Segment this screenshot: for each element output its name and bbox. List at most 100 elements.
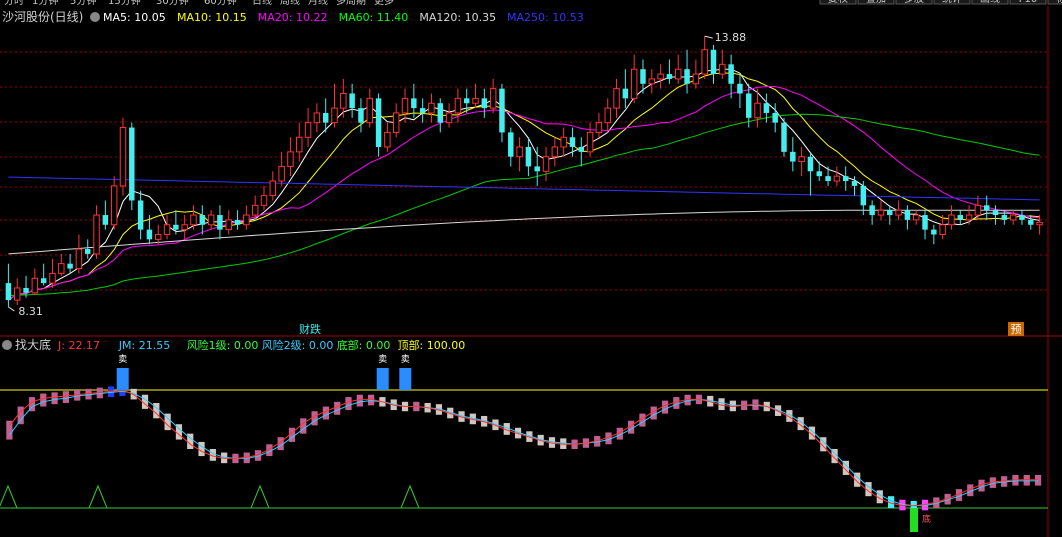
- candle-body-up: [939, 224, 946, 235]
- candle-body-down: [887, 210, 893, 216]
- candle-body-up: [542, 156, 550, 172]
- candle-body-up: [516, 146, 523, 158]
- indicator-drawing: 卖 卖 卖底: [0, 354, 1048, 532]
- candle-body-down: [931, 229, 937, 235]
- indicator-settings-icon[interactable]: [2, 340, 12, 350]
- bottom-triangle-1: [88, 484, 108, 509]
- candle-body-down: [67, 263, 73, 269]
- candle-body-up: [287, 151, 294, 167]
- indicator-legend-0: J: 22.17: [57, 339, 100, 352]
- indicator-bar: [1023, 474, 1030, 486]
- menu-button-3[interactable]: 统计: [942, 0, 962, 5]
- ma-legend-4: MA120: 10.35: [419, 11, 496, 24]
- candle-body-up: [225, 219, 232, 231]
- candle-body-down: [772, 112, 778, 123]
- candle-body-up: [366, 97, 373, 124]
- bottom-triangle-3: [400, 484, 420, 509]
- menu-button-5[interactable]: F10: [1019, 0, 1037, 5]
- legend-settings-icon[interactable]: [90, 12, 100, 22]
- period-tab-10[interactable]: 更多: [374, 0, 394, 7]
- candle-body-down: [622, 88, 629, 99]
- period-tab-2[interactable]: 5分钟: [70, 0, 96, 7]
- candle-body-down: [322, 112, 329, 123]
- chart-stage: 分时 1分钟 5分钟 15分钟 30分钟 60分钟 日线 周线 月线 多周期 更多 复权 叠加 多股 统计 画…: [0, 0, 1062, 537]
- candle-body-up: [260, 195, 268, 206]
- candle-body-down: [1028, 219, 1034, 225]
- candle-body-down: [102, 215, 109, 225]
- period-tab-0[interactable]: 分时: [4, 0, 24, 7]
- candle-body-down: [234, 219, 241, 225]
- sell-signal-block: [399, 368, 412, 390]
- candle-body-up: [190, 214, 197, 226]
- candle-body-up: [965, 214, 973, 221]
- candle-body-down: [728, 64, 734, 84]
- candle-body-down: [481, 98, 488, 109]
- candle-body-up: [586, 131, 594, 153]
- candle-body-up: [163, 224, 171, 235]
- indicator-panel: 找大底 J: 22.17 JM: 21.55 风险1级: 0.00 风险2级: 0.00…: [0, 337, 1048, 532]
- period-tab-7[interactable]: 周线: [280, 0, 300, 7]
- low-marker-pointer: [8, 306, 15, 312]
- candle-body-up: [392, 112, 400, 133]
- indicator-legend-4: 底部: 0.00: [337, 338, 391, 352]
- candle-body-down: [1019, 215, 1025, 220]
- sell-signal-block: [376, 368, 389, 390]
- ma-lines: [8, 68, 1040, 301]
- period-tab-3[interactable]: 15分钟: [108, 0, 141, 7]
- candle-body-up: [119, 127, 127, 187]
- candle-body-up: [243, 214, 250, 226]
- indicator-legend-2: 风险1级: 0.00: [187, 338, 259, 352]
- candle-body-up: [401, 97, 409, 114]
- candle-body-down: [5, 283, 12, 301]
- main-legend: 沙河股份(日线) MA5: 10.05 MA10: 10.15 MA20: 10.22…: [2, 10, 584, 24]
- menu-button-2[interactable]: 多股: [904, 0, 924, 5]
- event-label-0[interactable]: 财跌: [299, 322, 321, 336]
- candle-body-down: [790, 151, 796, 162]
- period-tab-6[interactable]: 日线: [252, 0, 272, 7]
- candle-body-down: [569, 137, 576, 147]
- candle-body-down: [199, 215, 206, 225]
- candle-body-up: [630, 68, 638, 99]
- candle-body-down: [710, 49, 717, 75]
- indicator-legend-3: 风险2级: 0.00: [262, 338, 334, 352]
- menu-button-0[interactable]: 复权: [828, 0, 848, 5]
- candle-body-down: [217, 215, 223, 230]
- candle-body-down: [437, 103, 444, 123]
- menu-button-6[interactable]: 标记: [1056, 0, 1062, 5]
- bottom-triangle-2: [250, 484, 270, 509]
- candle-body-up: [384, 131, 391, 148]
- candle-body-up: [278, 165, 285, 182]
- candle-body-up: [912, 214, 920, 221]
- menu-button-1[interactable]: 叠加: [866, 0, 886, 5]
- main-grid: [0, 6, 1062, 537]
- candle-body-down: [23, 287, 29, 293]
- candle-body-up: [560, 136, 567, 148]
- candle-body-down: [746, 93, 752, 118]
- candle-body-down: [666, 74, 673, 79]
- candle-body-up: [754, 102, 761, 119]
- candle-body-up: [974, 204, 982, 216]
- candle-body-up: [657, 73, 664, 80]
- period-tab-1[interactable]: 1分钟: [32, 0, 58, 7]
- candle-body-up: [181, 224, 188, 231]
- period-tab-5[interactable]: 60分钟: [204, 0, 237, 7]
- candle-body-up: [613, 88, 620, 109]
- jm-line: [9, 390, 1039, 507]
- period-tab-4[interactable]: 30分钟: [156, 0, 189, 7]
- candle-body-down: [781, 122, 787, 152]
- bottom-triangle-0: [0, 484, 18, 509]
- candle-body-down: [983, 205, 990, 211]
- period-tab-8[interactable]: 月线: [308, 0, 328, 7]
- candle-body-down: [375, 98, 382, 147]
- candle-body-up: [304, 122, 312, 138]
- bottom-marker-label: 底: [922, 513, 931, 525]
- candle-body-down: [763, 103, 770, 113]
- indicator-title: 找大底: [15, 337, 51, 352]
- sell-signal-block: [116, 368, 129, 390]
- candle-body-up: [1036, 221, 1043, 226]
- event-label-1[interactable]: 预: [1011, 323, 1022, 336]
- top-menu-bar: 分时 1分钟 5分钟 15分钟 30分钟 60分钟 日线 周线 月线 多周期 更多 复权 叠加 多股 统计 画…: [0, 0, 1062, 7]
- menu-button-4[interactable]: 画线: [980, 0, 1000, 5]
- period-tab-9[interactable]: 多周期: [336, 0, 366, 7]
- candle-body-down: [1001, 215, 1008, 220]
